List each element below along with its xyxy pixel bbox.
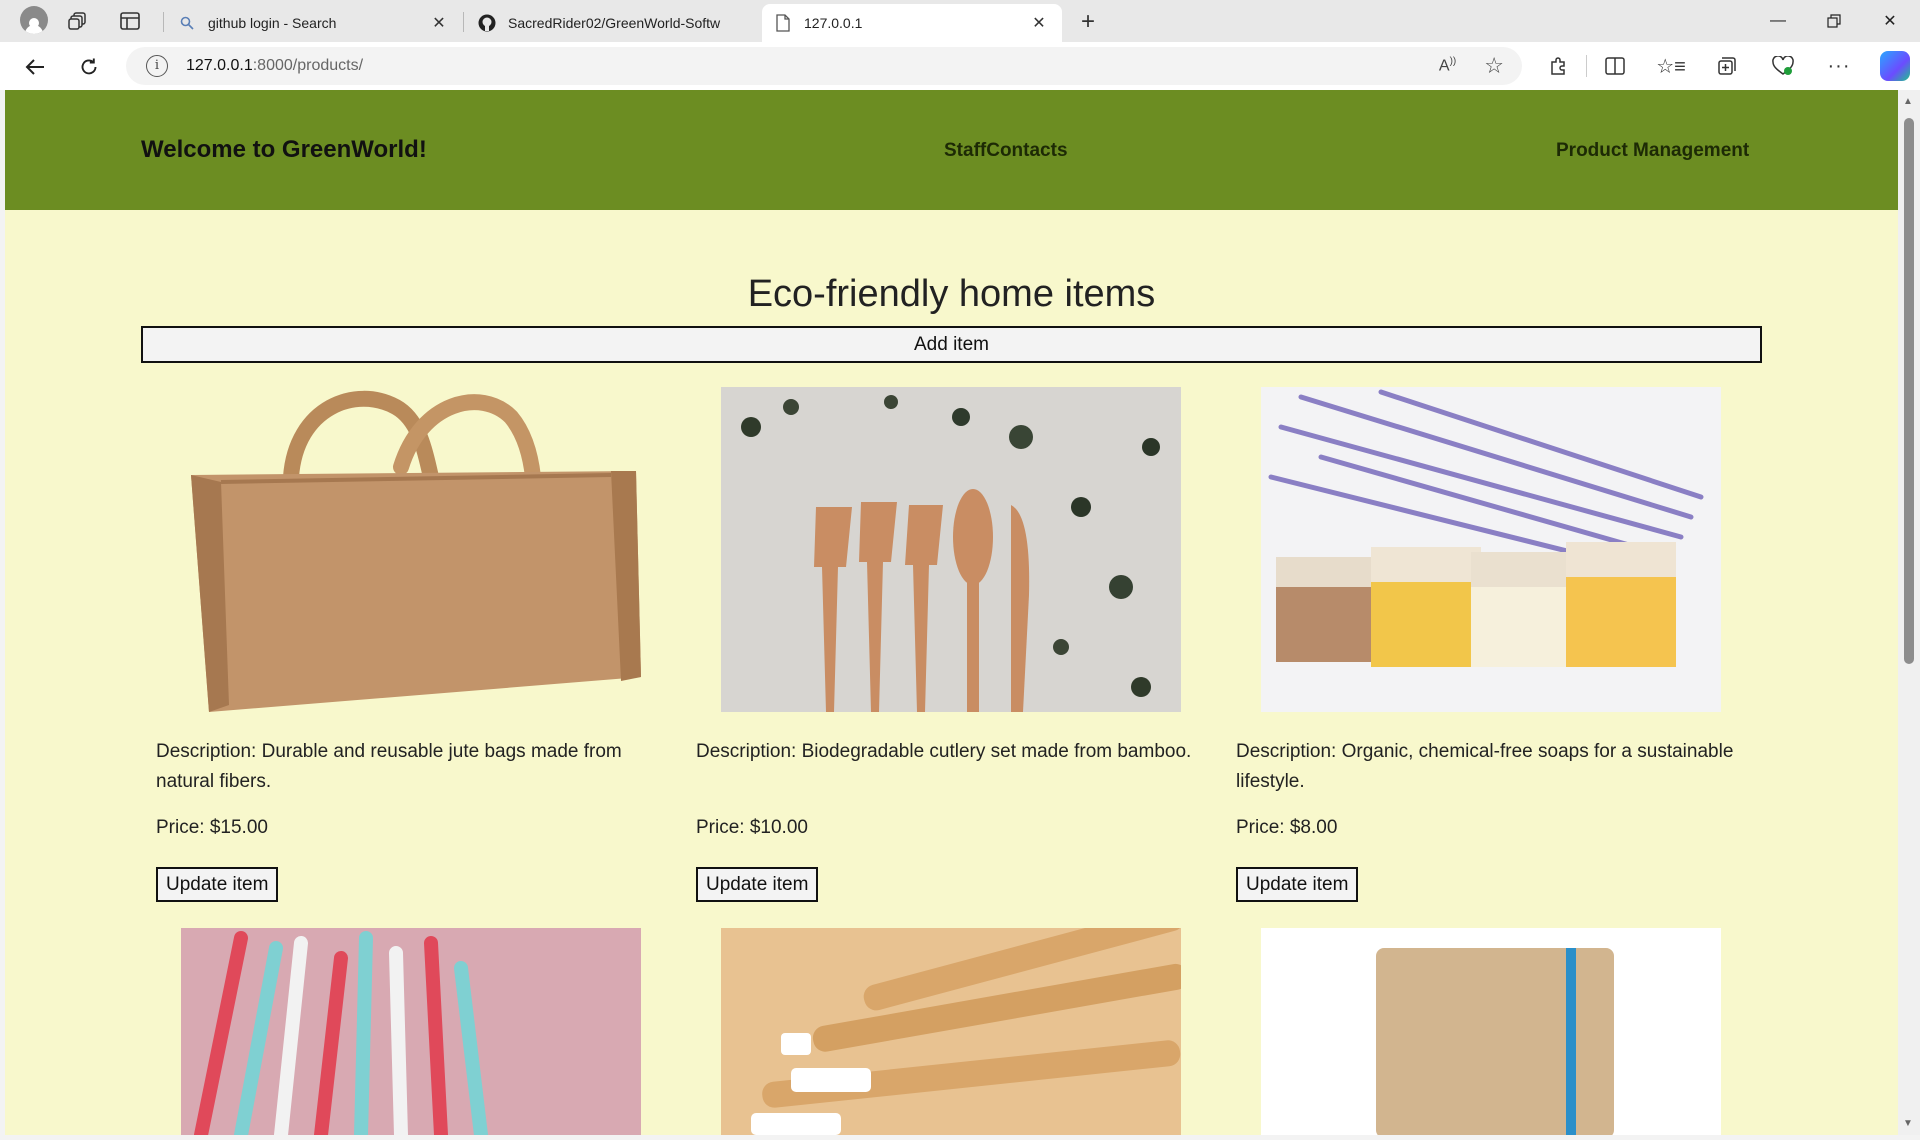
tab-title: 127.0.0.1: [804, 15, 863, 31]
tab-github-login-search[interactable]: github login - Search ✕: [166, 4, 462, 42]
update-item-button[interactable]: Update item: [1236, 867, 1359, 902]
site-brand[interactable]: Welcome to GreenWorld!: [141, 136, 427, 164]
search-icon: [178, 14, 196, 32]
product-image-jute-bag: [181, 387, 641, 712]
minimize-button[interactable]: —: [1750, 0, 1806, 42]
product-description: Description: Biodegradable cutlery set m…: [696, 741, 1192, 762]
favorites-icon[interactable]: ☆≡: [1643, 54, 1699, 79]
add-item-button[interactable]: Add item: [141, 326, 1762, 363]
browser-tab-bar: github login - Search ✕ SacredRider02/Gr…: [0, 0, 1920, 42]
site-info-icon[interactable]: i: [146, 55, 168, 77]
github-icon: [478, 14, 496, 32]
product-description: Description: Durable and reusable jute b…: [156, 741, 622, 792]
collections-icon[interactable]: [1699, 56, 1755, 76]
update-item-button[interactable]: Update item: [156, 867, 279, 902]
profile-icon: [20, 6, 48, 34]
back-button[interactable]: [18, 50, 52, 84]
profile-button[interactable]: [0, 0, 54, 40]
product-image-kraft-notebook: [1261, 928, 1721, 1135]
scroll-thumb[interactable]: [1904, 118, 1914, 664]
more-options-icon[interactable]: ···: [1811, 55, 1867, 78]
extensions-icon[interactable]: [1530, 56, 1586, 76]
close-window-button[interactable]: ✕: [1862, 0, 1918, 42]
product-image-bamboo-toothbrushes: [721, 928, 1181, 1135]
tab-localhost[interactable]: 127.0.0.1 ✕: [762, 4, 1062, 42]
refresh-button[interactable]: [72, 50, 106, 84]
nav-product-management[interactable]: Product Management: [1556, 140, 1749, 162]
product-price: Price: $8.00: [1236, 817, 1338, 838]
tab-actions-icon[interactable]: [110, 1, 150, 41]
product-price: Price: $15.00: [156, 817, 268, 838]
product-image-organic-soaps: [1261, 387, 1721, 712]
address-bar-row: i 127.0.0.1:8000/products/ A)) ☆ ☆≡ ···: [0, 42, 1920, 90]
nav-staff-contacts[interactable]: StaffContacts: [944, 140, 1068, 162]
workspaces-icon[interactable]: [58, 1, 98, 41]
tab-title: github login - Search: [208, 15, 337, 31]
product-image-paper-straws: [181, 928, 641, 1135]
url-field[interactable]: i 127.0.0.1:8000/products/ A)) ☆: [126, 47, 1522, 85]
read-aloud-icon[interactable]: A)): [1439, 56, 1456, 75]
scroll-up-icon[interactable]: ▲: [1903, 96, 1913, 107]
close-icon[interactable]: ✕: [1028, 13, 1050, 33]
copilot-icon[interactable]: [1867, 51, 1920, 81]
product-description: Description: Organic, chemical-free soap…: [1236, 741, 1734, 792]
favorite-star-icon[interactable]: ☆: [1484, 53, 1504, 79]
new-tab-button[interactable]: +: [1070, 6, 1106, 38]
restore-button[interactable]: [1806, 0, 1862, 42]
site-header: Welcome to GreenWorld! StaffContacts Pro…: [5, 90, 1898, 210]
page-title: Eco-friendly home items: [747, 273, 1156, 315]
tab-title: SacredRider02/GreenWorld-Softw: [508, 15, 721, 31]
page-icon: [774, 14, 792, 32]
tab-github-repo[interactable]: SacredRider02/GreenWorld-Softw: [466, 4, 762, 42]
browser-essentials-icon[interactable]: [1755, 56, 1811, 76]
scroll-down-icon[interactable]: ▼: [1903, 1118, 1913, 1129]
page-viewport: Welcome to GreenWorld! StaffContacts Pro…: [5, 90, 1898, 1135]
vertical-scrollbar[interactable]: ▲ ▼: [1898, 90, 1920, 1135]
split-screen-icon[interactable]: [1587, 57, 1643, 75]
product-image-bamboo-cutlery: [721, 387, 1181, 712]
close-icon[interactable]: ✕: [428, 13, 450, 33]
product-price: Price: $10.00: [696, 817, 808, 838]
url-text: 127.0.0.1:8000/products/: [186, 57, 364, 74]
update-item-button[interactable]: Update item: [696, 867, 819, 902]
